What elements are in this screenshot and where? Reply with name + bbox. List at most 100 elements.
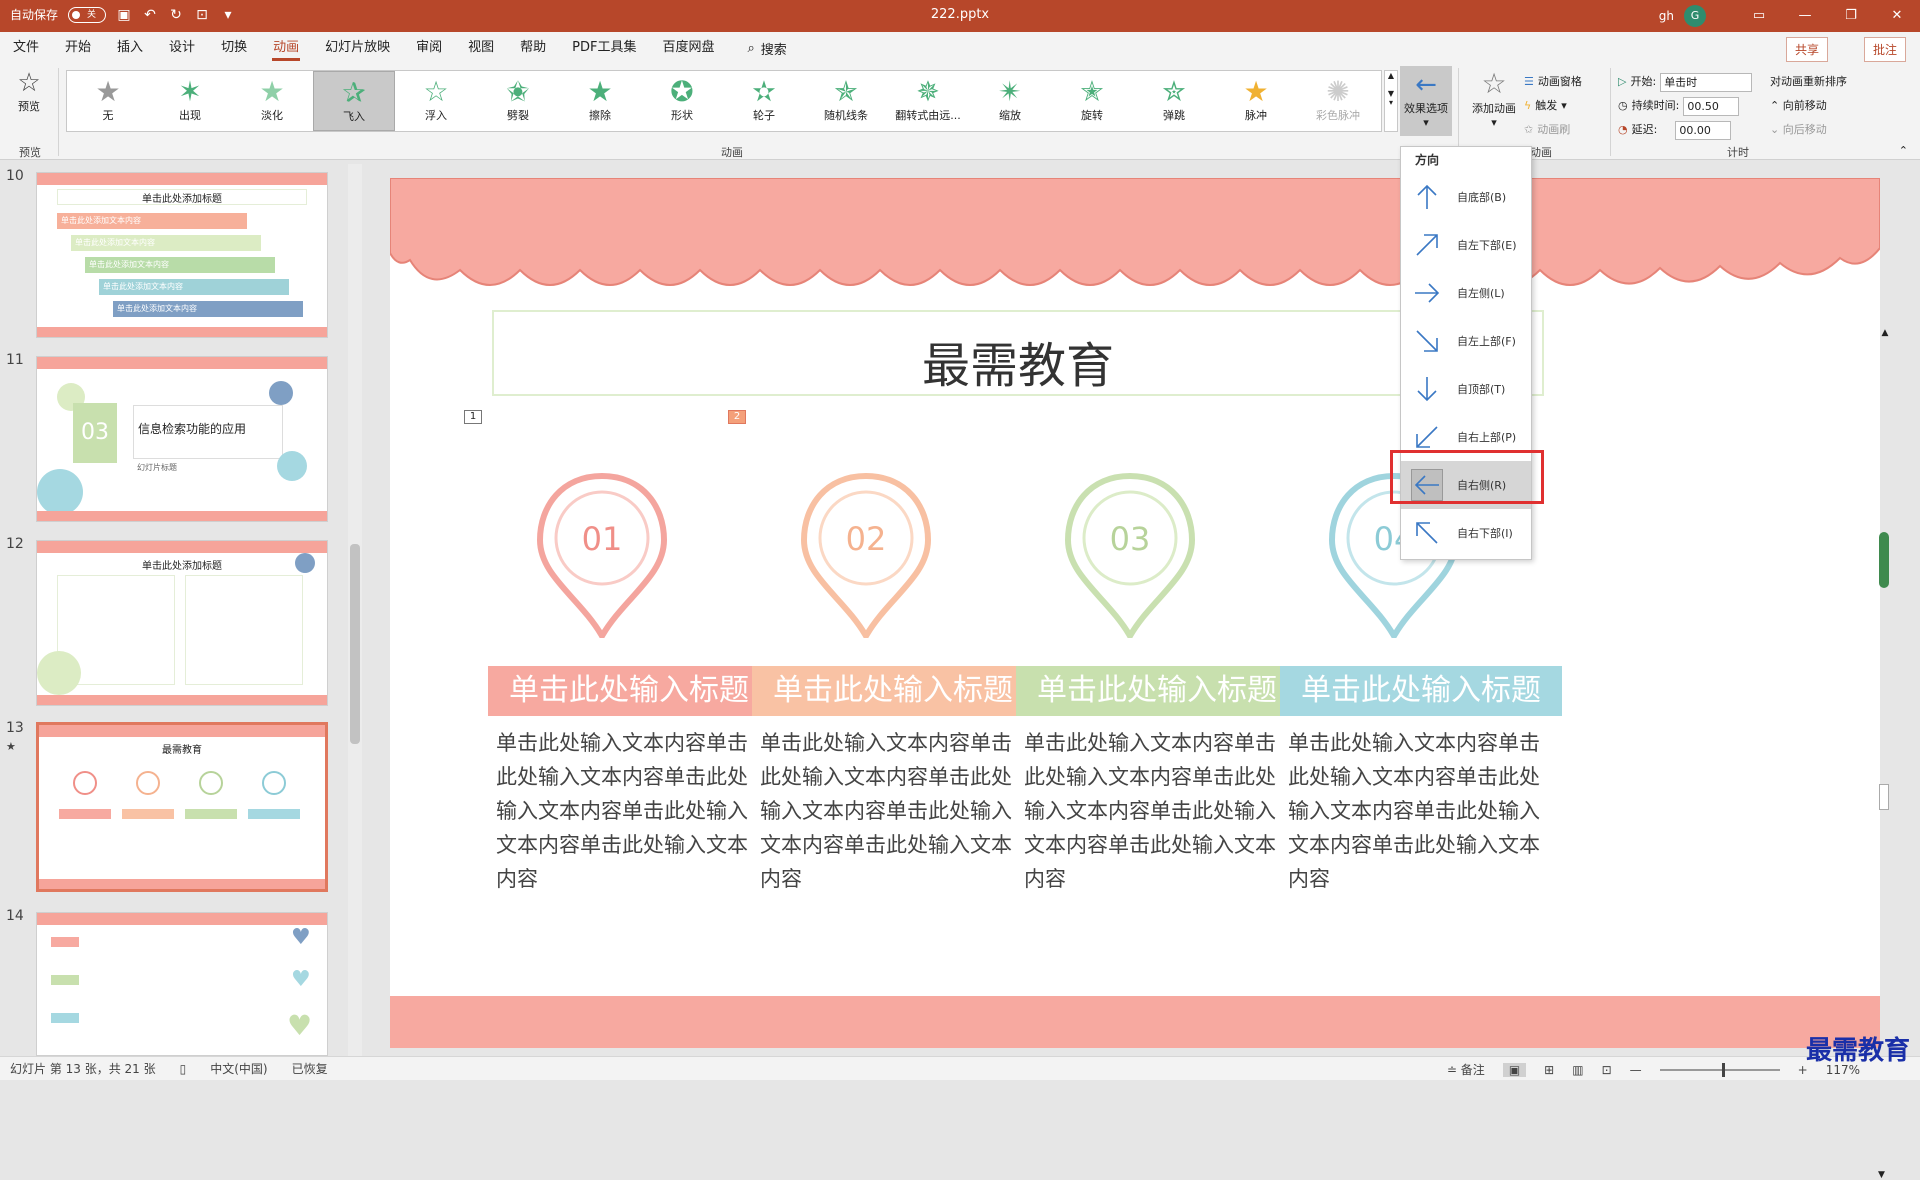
preview-button[interactable]: ☆ 预览 [8,68,50,114]
menu-insert[interactable]: 插入 [104,32,156,64]
menu-design[interactable]: 设计 [156,32,208,64]
direction-from-top-left[interactable]: 自左上部(F) [1401,317,1531,365]
animation-order-tag[interactable]: 2 [728,410,746,424]
ribbon-display-icon[interactable]: ▭ [1736,0,1782,32]
thumbnail-scrollbar[interactable] [348,164,362,1056]
effect-options-button[interactable]: ← 效果选项 ▾ [1400,66,1452,136]
normal-view-icon[interactable]: ▣ [1502,1062,1527,1077]
slide-thumbnail-14[interactable]: ♥ ♥ ♥ [36,912,328,1056]
anim-wheel[interactable]: ✫ 轮子 [723,71,805,131]
scroll-thumb[interactable] [350,544,360,744]
close-icon[interactable]: ✕ [1874,0,1920,32]
anim-appear[interactable]: ✶ 出现 [149,71,231,131]
menu-baidu-disk[interactable]: 百度网盘 [649,32,727,64]
anim-random-bars[interactable]: ✯ 随机线条 [805,71,887,131]
direction-from-top[interactable]: 自顶部(T) [1401,365,1531,413]
slide-thumbnail-13[interactable]: 最需教育 [36,722,328,892]
avatar[interactable]: G [1684,5,1706,27]
anim-fade[interactable]: ★ 淡化 [231,71,313,131]
direction-from-bottom[interactable]: 自底部(B) [1401,173,1531,221]
comment-button[interactable]: 批注 [1863,37,1906,62]
anim-shape[interactable]: ✪ 形状 [641,71,723,131]
move-earlier-button[interactable]: ⌃ 向前移动 [1770,94,1847,118]
language-indicator[interactable]: 中文(中国) [210,1060,267,1077]
delay-input[interactable]: 00.00 [1675,120,1732,140]
scroll-position[interactable] [1879,784,1889,810]
anim-zoom[interactable]: ✴ 缩放 [969,71,1051,131]
anim-split[interactable]: ✬ 劈裂 [477,71,559,131]
pin-marker-03[interactable]: 03 [1060,468,1200,642]
scallop-top-decoration [390,178,1880,286]
anim-pulse[interactable]: ★ 脉冲 [1215,71,1297,131]
anim-label: 旋转 [1081,109,1103,122]
menu-review[interactable]: 审阅 [403,32,455,64]
anim-float[interactable]: ☆ 浮入 [395,71,477,131]
add-star-icon: ☆ [1481,67,1507,100]
item-body-text[interactable]: 单击此处输入文本内容单击此处输入文本内容单击此处输入文本内容单击此处输入文本内容… [1024,726,1294,896]
scroll-thumb[interactable] [1879,532,1889,588]
slide-canvas[interactable]: 最需教育 1 2 01 02 03 04 单击此处输入标题 单击此处输入标题 单… [390,178,1880,1048]
thumb-row: 单击此处添加文本内容 [99,279,289,295]
add-animation-button[interactable]: ☆ 添加动画 ▾ [1466,67,1522,130]
slideshow-view-icon[interactable]: ⊡ [1602,1063,1612,1077]
notes-button[interactable]: ≐ 备注 [1447,1061,1485,1078]
title-placeholder[interactable]: 最需教育 [492,310,1544,396]
slide-thumbnail-10[interactable]: 单击此处添加标题 单击此处添加文本内容 单击此处添加文本内容 单击此处添加文本内… [36,172,328,338]
item-body-text[interactable]: 单击此处输入文本内容单击此处输入文本内容单击此处输入文本内容单击此处输入文本内容… [1288,726,1558,896]
zoom-slider[interactable] [1659,1062,1780,1077]
direction-from-bottom-right[interactable]: 自右下部(I) [1401,509,1531,557]
menu-help[interactable]: 帮助 [507,32,559,64]
scallop-decoration [37,357,327,369]
menu-view[interactable]: 视图 [455,32,507,64]
menu-file[interactable]: 文件 [0,32,52,64]
item-title-banner[interactable]: 单击此处输入标题 [1016,666,1298,716]
animation-pane-button[interactable]: ☰ 动画窗格 [1524,70,1582,94]
gallery-scroll[interactable]: ▲ ▼ ▾ [1384,70,1398,132]
anim-wipe[interactable]: ★ 擦除 [559,71,641,131]
anim-none[interactable]: ★ 无 [67,71,149,131]
item-title-banner[interactable]: 单击此处输入标题 [1280,666,1562,716]
duration-input[interactable]: 00.50 [1683,96,1740,116]
direction-from-left[interactable]: 自左侧(L) [1401,269,1531,317]
status-bar: 幻灯片 第 13 张，共 21 张 ▯ 中文(中国) 已恢复 ≐ 备注 ▣ ⊞ … [0,1056,1920,1080]
anim-fly-in[interactable]: ✰ 飞入 [313,71,395,131]
menu-slideshow[interactable]: 幻灯片放映 [312,32,403,64]
search-box[interactable]: ⌕ 搜索 [748,39,787,58]
anim-color-pulse[interactable]: ✺ 彩色脉冲 [1297,71,1379,131]
menu-transitions[interactable]: 切换 [208,32,260,64]
menu-home[interactable]: 开始 [52,32,104,64]
trigger-button[interactable]: ϟ 触发 ▾ [1524,94,1582,118]
zoom-out-icon[interactable]: — [1630,1063,1642,1077]
item-title-banner[interactable]: 单击此处输入标题 [488,666,770,716]
anim-grow-turn[interactable]: ✵ 翻转式由远... [887,71,969,131]
pin-marker-01[interactable]: 01 [532,468,672,642]
thumb-pin [199,771,223,795]
item-body-text[interactable]: 单击此处输入文本内容单击此处输入文本内容单击此处输入文本内容单击此处输入文本内容… [496,726,766,896]
menu-animations[interactable]: 动画 [260,32,312,64]
animation-painter-button[interactable]: ✩ 动画刷 [1524,118,1582,142]
scroll-down-icon[interactable]: ▼ [1878,1170,1885,1180]
item-body-text[interactable]: 单击此处输入文本内容单击此处输入文本内容单击此处输入文本内容单击此处输入文本内容… [760,726,1030,896]
item-title-banner[interactable]: 单击此处输入标题 [752,666,1034,716]
star-pulse-icon: ★ [1243,75,1269,108]
restore-icon[interactable]: ❐ [1828,0,1874,32]
share-button[interactable]: 共享 [1785,37,1828,62]
scroll-up-icon[interactable]: ▲ [1878,328,1892,338]
slide-thumbnail-12[interactable]: 单击此处添加标题 [36,540,328,706]
spellcheck-icon[interactable]: ▯ [180,1062,187,1076]
animation-order-tag[interactable]: 1 [464,410,482,424]
title-bar: 自动保存 关 ▣ ↶ ↻ ⊡ ▾ 222.pptx gh G ▭ — ❐ ✕ [0,0,1920,32]
slide-thumbnail-11[interactable]: 03 信息检索功能的应用 幻灯片标题 [36,356,328,522]
pin-marker-02[interactable]: 02 [796,468,936,642]
start-select[interactable]: 单击时 [1660,72,1753,92]
play-icon: ▷ [1618,75,1627,88]
anim-swivel[interactable]: ✭ 旋转 [1051,71,1133,131]
anim-bounce[interactable]: ✮ 弹跳 [1133,71,1215,131]
collapse-ribbon-icon[interactable]: ⌃ [1899,144,1908,157]
direction-from-bottom-left[interactable]: 自左下部(E) [1401,221,1531,269]
slide-sorter-icon[interactable]: ⊞ [1544,1063,1554,1077]
menu-pdf-tools[interactable]: PDF工具集 [559,32,649,64]
move-later-button[interactable]: ⌄ 向后移动 [1770,118,1847,142]
minimize-icon[interactable]: — [1782,0,1828,32]
reading-view-icon[interactable]: ▥ [1572,1063,1583,1077]
